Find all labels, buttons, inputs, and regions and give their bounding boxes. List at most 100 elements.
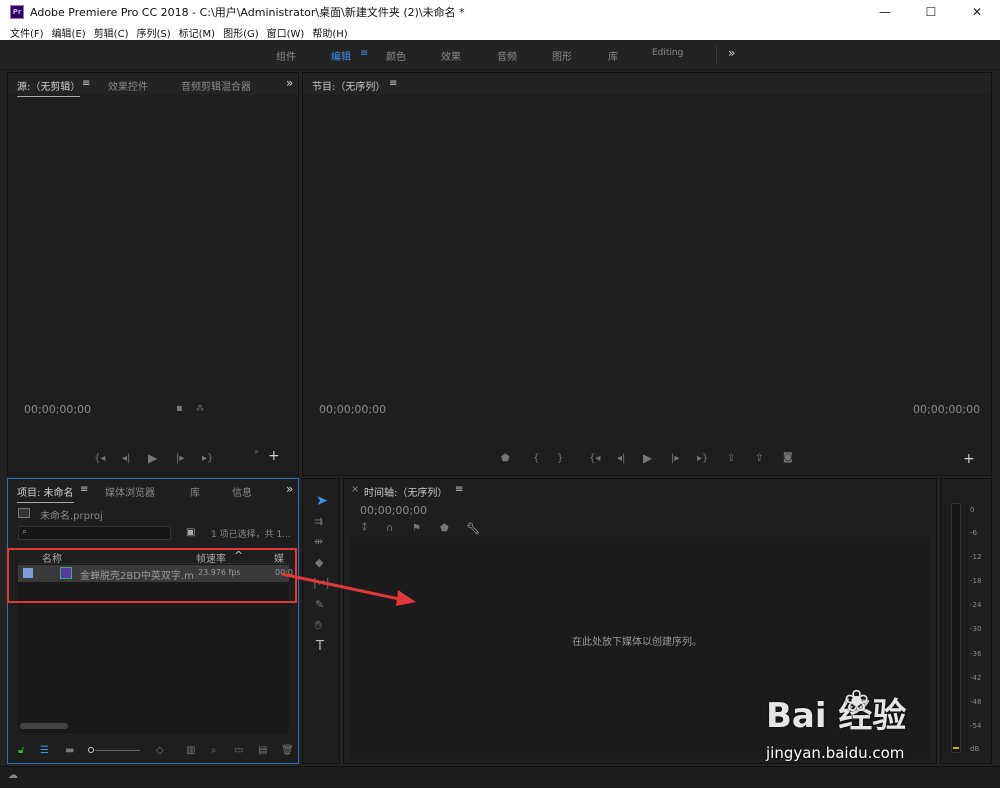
source-play-icon[interactable]: ▶ — [148, 451, 157, 465]
workspace-editing-menu-icon[interactable]: ≡ — [360, 48, 368, 59]
source-goto-in-icon[interactable]: {◂ — [94, 453, 105, 464]
tab-audio-clip-mixer[interactable]: 音频剪辑混合器 — [181, 78, 251, 93]
automate-to-sequence-icon[interactable]: ▥ — [186, 745, 195, 756]
title-bar: Pr Adobe Premiere Pro CC 2018 - C:\用户\Ad… — [0, 0, 1000, 24]
audio-meters-panel — [940, 478, 992, 764]
source-resolution-icon[interactable]: ⁂ — [196, 404, 204, 413]
workspace-assembly[interactable]: 组件 — [276, 48, 296, 63]
workspace-editing-en[interactable]: Editing — [652, 48, 683, 58]
tab-program[interactable]: 节目:（无序列） — [312, 78, 385, 93]
snap-icon[interactable]: ∩ — [386, 523, 393, 534]
close-button[interactable]: ✕ — [954, 0, 1000, 24]
maximize-button[interactable]: ☐ — [908, 0, 954, 24]
bin-folder-icon[interactable]: ▣ — [186, 527, 195, 538]
project-more-icon[interactable]: » — [286, 482, 293, 496]
watermark-brand: Bai 经验 — [766, 696, 907, 736]
program-add-button[interactable]: + — [963, 451, 975, 467]
source-more-icon[interactable]: » — [286, 76, 293, 90]
add-marker-icon[interactable]: ⬟ — [440, 523, 449, 534]
cloud-sync-icon[interactable]: ☁︎ — [8, 770, 18, 781]
menu-edit[interactable]: 编辑(E) — [52, 25, 86, 40]
program-marker-icon[interactable]: ⬟ — [501, 453, 510, 464]
workspace-editing[interactable]: 编辑 — [331, 48, 351, 63]
source-marker-icon[interactable]: ▪ — [176, 403, 183, 414]
program-step-forward-icon[interactable]: |▸ — [671, 453, 679, 464]
workspace-graphics[interactable]: 图形 — [552, 48, 572, 63]
workspace-color[interactable]: 颜色 — [386, 48, 406, 63]
meter-label: -36 — [970, 650, 982, 658]
zoom-slider-handle[interactable] — [88, 747, 94, 753]
search-icon: ⌕ — [22, 527, 28, 537]
program-mark-in-icon[interactable]: { — [533, 453, 539, 464]
workspace-effects[interactable]: 效果 — [441, 48, 461, 63]
tab-media-browser[interactable]: 媒体浏览器 — [105, 484, 155, 499]
track-select-tool-icon[interactable]: ⇉ — [314, 515, 323, 528]
program-export-frame-icon[interactable]: ◙ — [783, 452, 793, 463]
razor-tool-icon[interactable]: ◆ — [315, 556, 323, 569]
tab-source[interactable]: 源:（无剪辑） — [17, 78, 81, 97]
list-view-icon[interactable]: ☰ — [40, 745, 49, 756]
source-step-forward-icon[interactable]: |▸ — [176, 453, 184, 464]
source-add-button[interactable]: + — [268, 448, 280, 464]
baidu-jingyan-watermark: Bai 经验 ❀ jingyan.baidu.com — [756, 680, 946, 770]
tools-panel: ➤ ⇉ ⇹ ◆ |↔| ✎ ✋︎ T — [302, 478, 340, 764]
premiere-app-icon: Pr — [10, 5, 24, 19]
new-item-icon[interactable]: ▤ — [258, 745, 267, 756]
workspace-divider — [716, 46, 717, 64]
workspace-audio[interactable]: 音频 — [497, 48, 517, 63]
project-panel: 项目: 未命名 ≡ 媒体浏览器 库 信息 » 未命名.prproj ⌕ ▣ 1 … — [7, 478, 299, 764]
program-goto-in-icon[interactable]: {◂ — [589, 453, 600, 464]
program-step-back-icon[interactable]: ◂| — [617, 453, 625, 464]
program-extract-icon[interactable]: ⇪ — [755, 453, 763, 464]
icon-view-icon[interactable]: ▬ — [65, 745, 74, 756]
linked-selection-icon[interactable]: ⚑︎ — [412, 523, 421, 534]
lock-icon[interactable]: 🔓︎ — [18, 745, 24, 756]
timeline-tab-menu-icon[interactable]: ≡ — [455, 484, 463, 495]
menu-window[interactable]: 窗口(W) — [267, 25, 305, 40]
project-tab-menu-icon[interactable]: ≡ — [80, 484, 88, 495]
source-tab-menu-icon[interactable]: ≡ — [82, 78, 90, 89]
trash-icon[interactable]: 🗑︎ — [281, 745, 294, 756]
selection-tool-icon[interactable]: ➤ — [316, 493, 328, 509]
timeline-settings-wrench-icon[interactable]: 🔧︎ — [466, 522, 480, 535]
program-mark-out-icon[interactable]: } — [557, 453, 563, 464]
menu-clip[interactable]: 剪辑(C) — [94, 25, 129, 40]
program-goto-out-icon[interactable]: ▸} — [697, 453, 708, 464]
menu-graphics[interactable]: 图形(G) — [223, 25, 259, 40]
list-horizontal-scrollbar[interactable] — [20, 723, 68, 729]
program-panel-header: 节目:（无序列） ≡ — [303, 73, 991, 95]
source-step-back-icon[interactable]: ◂| — [122, 453, 130, 464]
menu-sequence[interactable]: 序列(S) — [136, 25, 170, 40]
meter-label: 0 — [970, 506, 975, 514]
zoom-slider-track[interactable] — [95, 750, 140, 751]
audio-meter-bar — [951, 503, 961, 753]
find-icon[interactable]: ⌕ — [211, 745, 217, 756]
new-bin-icon[interactable]: ▭ — [234, 745, 243, 756]
source-goto-out-icon[interactable]: ▸} — [202, 453, 213, 464]
program-tab-menu-icon[interactable]: ≡ — [389, 78, 397, 89]
timeline-close-icon[interactable]: × — [351, 484, 359, 495]
workspace-more-icon[interactable]: » — [728, 46, 735, 60]
tab-effect-controls[interactable]: 效果控件 — [108, 78, 148, 93]
menu-file[interactable]: 文件(F) — [10, 25, 44, 40]
nest-icon[interactable]: ⁑ — [362, 523, 367, 534]
tab-info[interactable]: 信息 — [232, 484, 252, 499]
program-lift-icon[interactable]: ⇧ — [727, 453, 735, 464]
menu-marker[interactable]: 标记(M) — [179, 25, 215, 40]
ripple-edit-tool-icon[interactable]: ⇹ — [314, 535, 323, 548]
sort-icons-icon[interactable]: ◇ — [156, 745, 164, 756]
menu-help[interactable]: 帮助(H) — [312, 25, 347, 40]
menu-bar: 文件(F) 编辑(E) 剪辑(C) 序列(S) 标记(M) 图形(G) 窗口(W… — [0, 24, 1000, 40]
workspace-libraries[interactable]: 库 — [608, 48, 618, 63]
source-overflow-icon[interactable]: » — [254, 447, 259, 456]
source-panel-header: 源:（无剪辑） ≡ 效果控件 音频剪辑混合器 » — [8, 73, 298, 97]
tab-timeline[interactable]: 时间轴:（无序列） — [364, 484, 447, 499]
tab-libraries[interactable]: 库 — [190, 484, 200, 499]
tab-project[interactable]: 项目: 未命名 — [17, 484, 74, 503]
minimize-button[interactable]: — — [862, 0, 908, 24]
hand-tool-icon[interactable]: ✋︎ — [315, 618, 322, 633]
program-play-icon[interactable]: ▶ — [643, 451, 652, 465]
project-search-input[interactable]: ⌕ — [18, 526, 171, 540]
type-tool-icon[interactable]: T — [316, 639, 324, 654]
program-timecode-right: 00;00;00;00 — [913, 403, 981, 416]
